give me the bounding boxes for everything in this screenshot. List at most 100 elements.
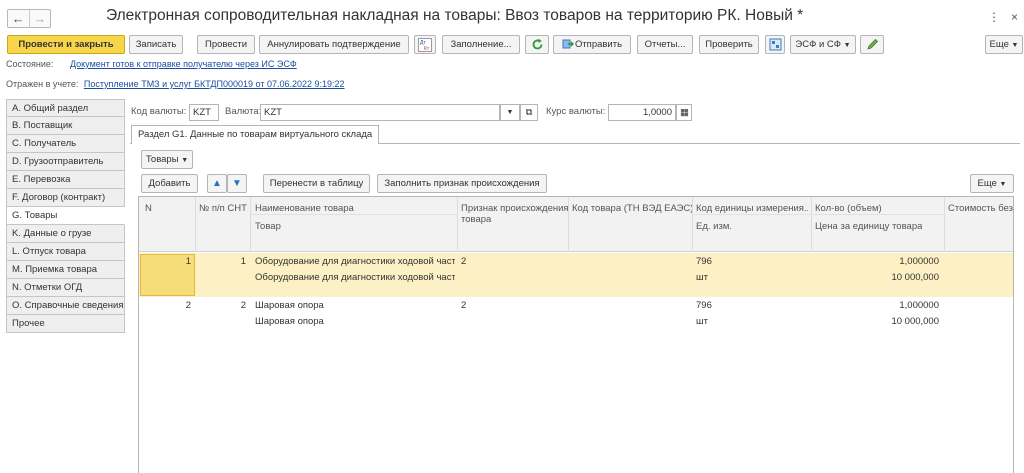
chevron-down-icon: ▼ [843,42,851,49]
state-link[interactable]: Документ готов к отправке получателю чер… [70,59,297,69]
cell-product[interactable]: Шаровая опора [255,316,455,327]
section-item[interactable]: N. Отметки ОГД [6,279,125,297]
section-item[interactable]: B. Поставщик [6,117,125,135]
cell-origin[interactable]: 2 [461,256,561,267]
goods-menu-label: Товары [145,154,179,165]
navigation-buttons: ← → [7,9,51,28]
section-item[interactable]: M. Приемка товара [6,261,125,279]
col-header-name[interactable]: Наименование товара [255,203,354,214]
reflected-line: Отражен в учете: Поступление ТМЗ и услуг… [6,79,345,89]
back-arrow-icon[interactable]: ← [8,10,29,27]
section-item[interactable]: A. Общий раздел [6,99,125,117]
cell-n[interactable]: 1 [139,256,191,267]
close-icon[interactable]: × [1011,10,1018,24]
col-header-snt-no[interactable]: № п/п СНТ [199,203,247,214]
toolbar: Провести и закрыть Записать Провести Анн… [0,35,1024,55]
dt-kt-icon: Дт Кт [418,38,432,52]
col-header-product[interactable]: Товар [255,221,281,232]
fill-button[interactable]: Заполнение... [442,35,520,54]
esf-sf-dropdown[interactable]: ЭСФ и СФ ▼ [790,35,856,54]
section-item[interactable]: E. Перевозка [6,171,125,189]
document-structure-icon [769,38,781,51]
title-bar: ← → Электронная сопроводительная накладн… [0,0,1024,33]
col-header-price[interactable]: Цена за единицу товара [815,221,922,232]
cell-unit[interactable]: шт [696,272,806,283]
chevron-down-icon: ▼ [999,181,1007,188]
chevron-down-icon: ▼ [1011,42,1019,49]
goods-table: N № п/п СНТ Наименование товара Товар Пр… [138,196,1014,473]
refresh-icon [532,38,542,50]
currency-label: Валюта: [225,106,262,117]
col-header-code[interactable]: Код товара (ТН ВЭД ЕАЭС) [572,203,693,214]
section-item[interactable]: G. Товары [6,207,125,225]
move-up-arrow-icon[interactable]: ▲ [207,174,227,193]
section-item[interactable]: C. Получатель [6,135,125,153]
rate-field[interactable]: 1,0000 [608,104,676,121]
edit-button[interactable] [860,35,884,54]
cell-qty[interactable]: 1,000000 [815,300,939,311]
goods-more-label: Еще [977,178,997,189]
cancel-confirmation-button[interactable]: Аннулировать подтверждение [259,35,409,54]
section-item[interactable]: K. Данные о грузе [6,225,125,243]
cell-snt-no[interactable]: 1 [199,256,246,267]
cell-origin[interactable]: 2 [461,300,561,311]
col-header-qty[interactable]: Кол-во (объем) [815,203,882,214]
cell-qty[interactable]: 1,000000 [815,256,939,267]
move-down-arrow-icon[interactable]: ▼ [227,174,247,193]
save-button[interactable]: Записать [129,35,183,54]
structure-button[interactable] [765,35,785,54]
send-button[interactable]: Отправить [553,35,631,54]
cell-unit-code[interactable]: 796 [696,300,806,311]
cell-name[interactable]: Шаровая опора [255,300,455,311]
open-link-icon[interactable]: ⧉ [520,104,538,121]
section-item[interactable]: L. Отпуск товара [6,243,125,261]
cell-unit[interactable]: шт [696,316,806,327]
section-item[interactable]: D. Грузоотправитель [6,153,125,171]
section-item[interactable]: F. Договор (контракт) [6,189,125,207]
fill-origin-button[interactable]: Заполнить признак происхождения [377,174,547,193]
cell-n[interactable]: 2 [139,300,191,311]
currency-code-label: Код валюты: [131,106,187,117]
rate-label: Курс валюты: [546,106,606,117]
section-list: A. Общий раздел B. Поставщик C. Получатель… [6,99,125,333]
cell-snt-no[interactable]: 2 [199,300,246,311]
goods-more-button[interactable]: Еще ▼ [970,174,1014,193]
transfer-to-table-button[interactable]: Перенести в таблицу [263,174,370,193]
send-icon [562,39,574,49]
reports-button[interactable]: Отчеты... [637,35,693,54]
goods-menu-dropdown[interactable]: Товары ▼ [141,150,193,169]
post-button[interactable]: Провести [197,35,255,54]
col-header-n[interactable]: N [145,203,152,214]
cell-product[interactable]: Оборудование для диагностики ходовой час… [255,272,455,283]
currency-code-field[interactable]: KZT [189,104,219,121]
window-title: Электронная сопроводительная накладная н… [106,7,804,24]
esf-sf-label: ЭСФ и СФ [795,39,841,50]
table-row[interactable]: 2 2 Шаровая опора Шаровая опора 2 796 шт 1,0000… [139,297,1013,341]
post-and-close-button[interactable]: Провести и закрыть [7,35,125,54]
more-button[interactable]: Еще ▼ [985,35,1023,54]
tab-virtual-warehouse[interactable]: Раздел G1. Данные по товарам виртуальног… [131,125,380,144]
refresh-button[interactable] [525,35,549,54]
cell-unit-code[interactable]: 796 [696,256,806,267]
col-header-unit[interactable]: Ед. изм. [696,221,732,232]
col-header-cost[interactable]: Стоимость без [948,203,1013,214]
reflected-link[interactable]: Поступление ТМЗ и услуг БКТДП000019 от 0… [84,79,345,89]
calculator-icon[interactable]: ▦ [676,104,692,121]
cell-name[interactable]: Оборудование для диагностики ходовой час… [255,256,455,267]
add-button[interactable]: Добавить [141,174,198,193]
cell-price[interactable]: 10 000,000 [815,272,939,283]
state-line: Состояние: Документ готов к отправке пол… [6,59,297,69]
check-button[interactable]: Проверить [699,35,759,54]
send-label: Отправить [574,39,623,50]
section-item[interactable]: Прочее [6,315,125,333]
currency-field[interactable]: KZT [260,104,500,121]
cell-price[interactable]: 10 000,000 [815,316,939,327]
dt-kt-button[interactable]: Дт Кт [414,35,436,54]
currency-dropdown-chevron-icon[interactable]: ▼ [500,104,520,121]
table-row[interactable]: 1 1 Оборудование для диагностики ходовой ч… [139,253,1013,297]
section-item[interactable]: O. Справочные сведения [6,297,125,315]
col-header-origin[interactable]: Признак происхождения товара [461,203,569,225]
forward-arrow-icon[interactable]: → [28,10,51,27]
col-header-unit-code[interactable]: Код единицы измерения... [696,203,808,214]
more-menu-icon[interactable]: ⋮ [988,10,1000,24]
